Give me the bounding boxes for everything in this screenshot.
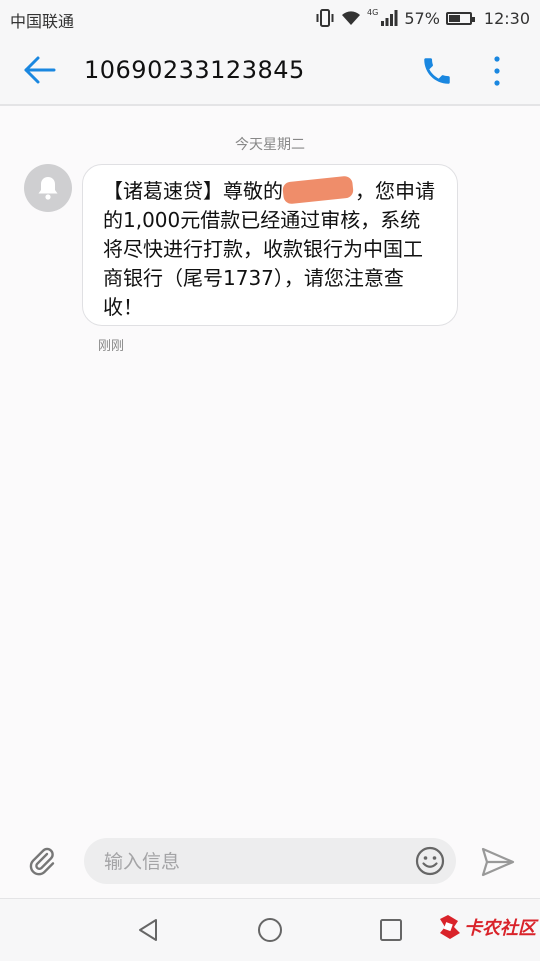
paperclip-icon xyxy=(29,847,55,876)
clock: 12:30 xyxy=(483,8,530,28)
circle-home-icon xyxy=(258,918,282,942)
system-navigation-bar: 卡农社区 xyxy=(0,898,540,961)
send-button[interactable] xyxy=(480,846,516,878)
message-timestamp: 刚刚 xyxy=(98,339,125,354)
watermark-text: 卡农社区 xyxy=(464,918,536,939)
signal-icon xyxy=(381,10,398,26)
battery-icon xyxy=(445,11,475,25)
message-input[interactable] xyxy=(102,846,406,878)
nav-recents-button[interactable] xyxy=(378,917,404,943)
sender-avatar[interactable] xyxy=(24,164,72,212)
message-bubble[interactable]: 【诸葛速贷】尊敬的 ，您申请的1,000元借款已经通过审核，系统将尽快进行打款，收… xyxy=(82,164,458,326)
watermark: 卡农社区 xyxy=(436,913,536,941)
conversation-title: 10690233123845 xyxy=(84,56,305,84)
wifi-icon xyxy=(342,11,361,25)
more-vertical-icon xyxy=(494,56,500,86)
emoji-button[interactable] xyxy=(414,845,446,877)
vibrate-icon xyxy=(316,9,334,27)
nav-back-button[interactable] xyxy=(136,917,162,943)
call-button[interactable] xyxy=(420,54,454,88)
triangle-back-icon xyxy=(139,919,157,941)
attach-button[interactable] xyxy=(26,845,58,877)
network-type: 4G xyxy=(367,7,379,17)
arrow-left-icon xyxy=(24,56,56,84)
back-button[interactable] xyxy=(22,54,58,86)
bell-icon xyxy=(38,177,58,200)
date-divider: 今天星期二 xyxy=(235,137,305,153)
message-text-start: 【诸葛速贷】尊敬的 xyxy=(103,179,283,203)
smiley-icon xyxy=(415,846,445,876)
status-bar: 中国联通 4G 57% 12:30 xyxy=(0,0,540,36)
nav-home-button[interactable] xyxy=(257,917,283,943)
square-recents-icon xyxy=(380,919,402,941)
send-icon xyxy=(481,847,515,877)
status-icons: 4G 57% 12:30 xyxy=(315,6,530,30)
redaction-mark xyxy=(282,175,354,205)
message-input-container xyxy=(84,838,456,884)
phone-icon xyxy=(424,58,450,84)
conversation-header: 10690233123845 xyxy=(0,36,540,106)
battery-percent: 57% xyxy=(404,8,440,28)
watermark-logo-icon xyxy=(440,915,460,939)
carrier-name: 中国联通 xyxy=(10,12,75,31)
more-options-button[interactable] xyxy=(486,54,508,88)
